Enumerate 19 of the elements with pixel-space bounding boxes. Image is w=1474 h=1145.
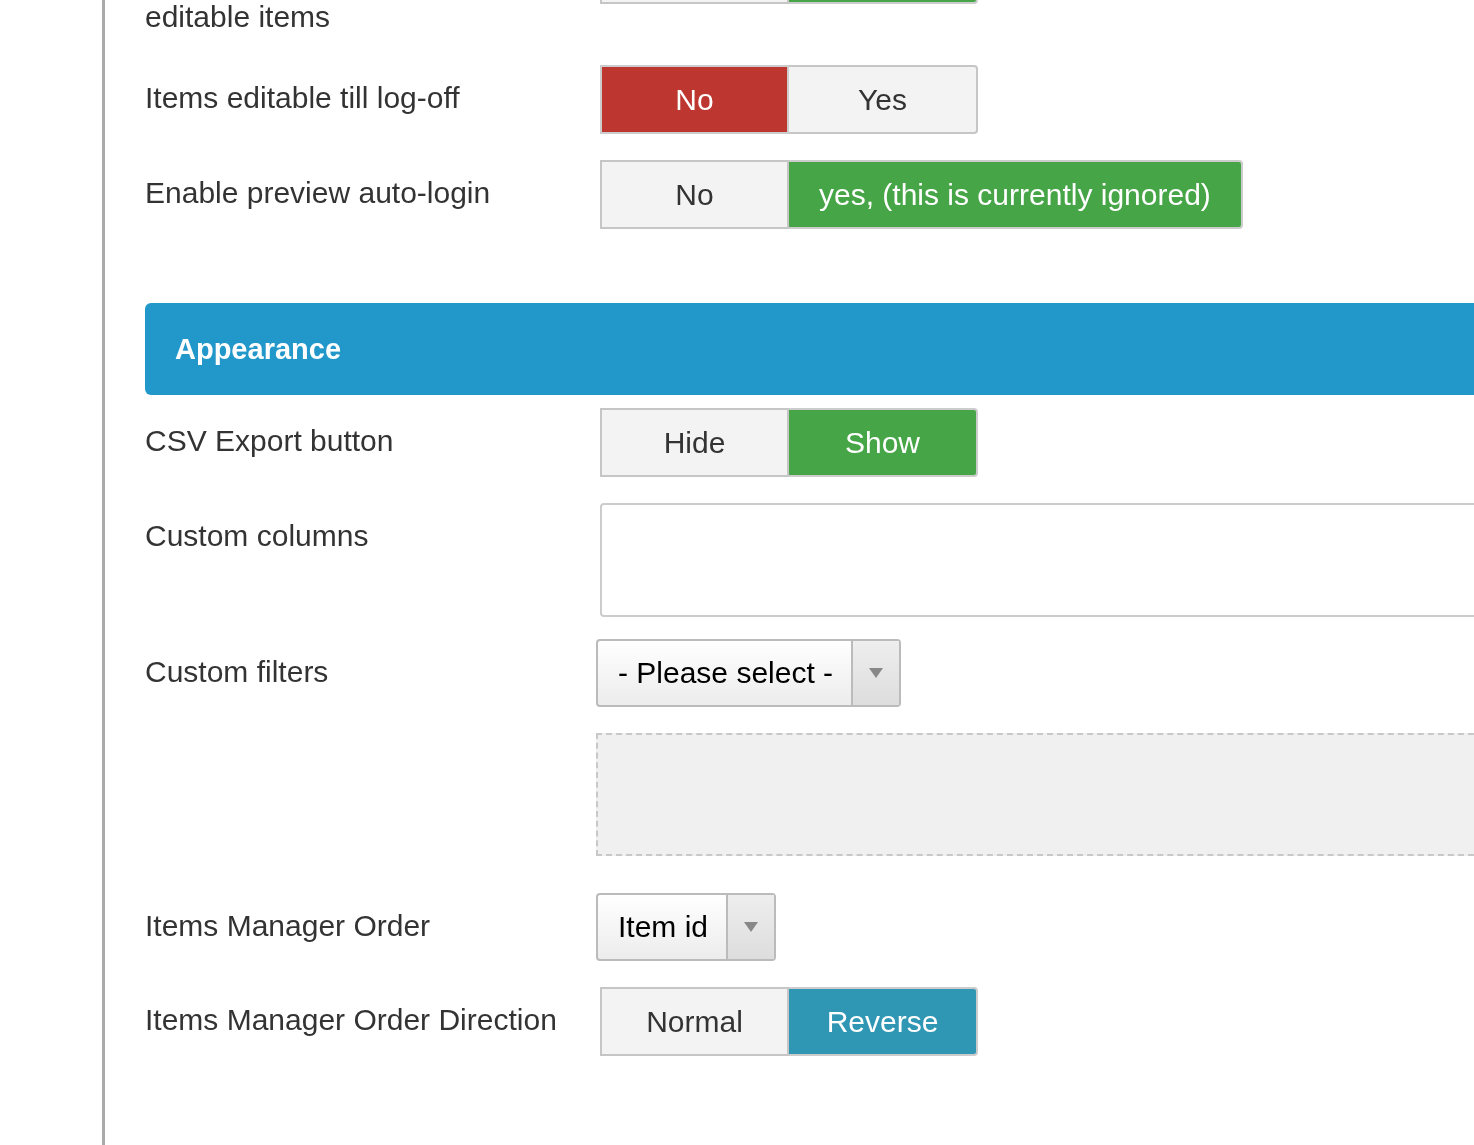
field-label: CSV Export button	[145, 423, 395, 459]
field-label: Custom filters	[145, 654, 330, 690]
field-label: Enable preview auto-login	[145, 175, 492, 211]
toggle-option[interactable]: Yes	[789, 65, 978, 134]
field-label: Items Manager Order Direction	[145, 1002, 558, 1038]
toggle-option[interactable]: No	[600, 65, 789, 134]
field-label: editable items	[145, 0, 332, 35]
dropdown[interactable]: Item id	[596, 893, 777, 961]
field-label: Items Manager Order	[145, 908, 432, 944]
toggle-option[interactable]: Hide	[600, 408, 789, 477]
dropdown[interactable]: - Please select -	[596, 639, 902, 707]
text-area[interactable]	[600, 503, 1474, 617]
caret-icon	[744, 922, 759, 932]
toggle-option[interactable]: Normal	[600, 987, 789, 1056]
section-header: Appearance	[145, 303, 1474, 395]
field-label: Items editable till log-off	[145, 80, 461, 116]
toggle-option[interactable]: No	[600, 160, 789, 229]
field-label: Custom columns	[145, 518, 370, 554]
caret-icon	[869, 668, 884, 678]
